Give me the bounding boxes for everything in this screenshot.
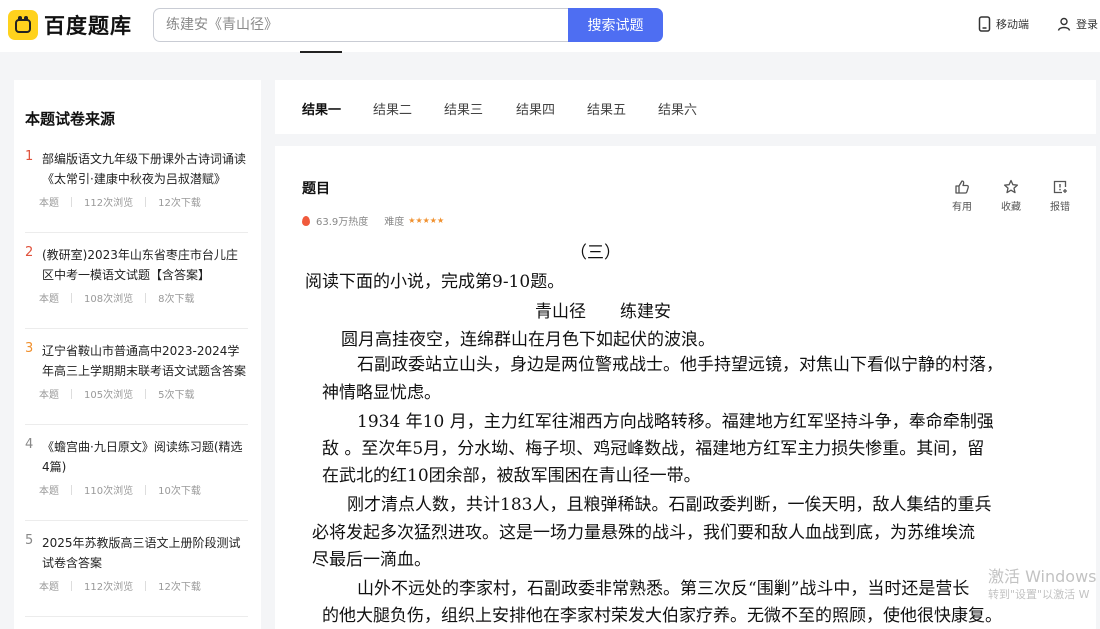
tab-result-5[interactable]: 结果五 [587, 99, 626, 118]
item-downloads: 12次下载 [158, 198, 201, 209]
item-title[interactable]: 2025年苏教版高三语文上册阶段测试试卷含答案 [42, 533, 247, 573]
item-title[interactable]: 《蟾宫曲·九日原文》阅读练习题(精选4篇) [42, 437, 247, 477]
list-item[interactable]: 1 部编版语文九年级下册课外古诗词诵读《太常引·建康中秋夜为吕叔潜赋》阅... … [25, 149, 248, 233]
instruction-line: 阅读下面的小说，完成第9-10题。 [305, 272, 565, 292]
top-header: 百度题库 搜索试题 移动端 登录 [0, 0, 1100, 52]
tab-result-6[interactable]: 结果六 [658, 99, 697, 118]
item-title[interactable]: 部编版语文九年级下册课外古诗词诵读《太常引·建康中秋夜为吕叔潜赋》阅... [42, 149, 247, 189]
search-button[interactable]: 搜索试题 [568, 8, 663, 42]
section-number: （三） [570, 243, 621, 263]
user-icon [1057, 17, 1071, 31]
text-line: 山外不远处的李家村，石副政委非常熟悉。第三次反“围剿”战斗中，当时还是营长 [357, 579, 970, 599]
item-tag: 本题 [39, 486, 59, 497]
login-label: 登录 [1076, 18, 1098, 31]
mobile-link[interactable]: 移动端 [978, 16, 1029, 32]
logo-icon [8, 10, 38, 40]
windows-activation-hint: 转到"设置"以激活 W [988, 588, 1090, 601]
list-item[interactable]: 4 《蟾宫曲·九日原文》阅读练习题(精选4篇) 本题 110次浏览 10次下载 [25, 437, 248, 521]
list-item[interactable]: 2 (教研室)2023年山东省枣庄市台儿庄区中考一模语文试题【含答案】 本题 1… [25, 245, 248, 329]
item-tag: 本题 [39, 198, 59, 209]
text-line: 敌 。至次年5月，分水坳、梅子坝、鸡冠峰数战，福建地方红军主力损失惨重。其间，留 [322, 439, 985, 459]
tab-result-4[interactable]: 结果四 [516, 99, 555, 118]
text-line: 在武北的红10团余部，被敌军围困在青山径一带。 [322, 466, 701, 486]
item-views: 105次浏览 [84, 390, 134, 401]
item-downloads: 12次下载 [158, 582, 201, 593]
list-item[interactable]: 5 2025年苏教版高三语文上册阶段测试试卷含答案 本题 112次浏览 12次下… [25, 533, 248, 617]
search-input[interactable] [153, 8, 568, 42]
search-bar: 搜索试题 [153, 8, 663, 42]
item-rank: 5 [25, 533, 34, 548]
item-views: 112次浏览 [84, 198, 134, 209]
question-content: （三） 阅读下面的小说，完成第9-10题。 青山径 练建安 圆月高挂夜空，连绵群… [275, 146, 1096, 629]
item-views: 110次浏览 [84, 486, 134, 497]
item-rank: 2 [25, 245, 34, 260]
text-line: 1934 年10 月，主力红军往湘西方向战略转移。福建地方红军坚持斗争，奉命牵制… [357, 412, 994, 432]
text-line: 刚才清点人数，共计183人，且粮弹稀缺。石副政委判断，一俟天明，敌人集结的重兵 [347, 495, 992, 515]
list-item[interactable]: 3 辽宁省鞍山市普通高中2023-2024学年高三上学期期末联考语文试题含答案 … [25, 341, 248, 425]
item-meta: 本题 112次浏览 12次下载 [39, 578, 201, 593]
item-downloads: 10次下载 [158, 486, 201, 497]
item-meta: 本题 108次浏览 8次下载 [39, 290, 194, 305]
text-line: 的他大腿负伤，组织上安排他在李家村荣发大伯家疗养。无微不至的照顾，使他很快康复。 [322, 606, 1002, 626]
mobile-label: 移动端 [996, 18, 1029, 31]
text-line: 必将发起多次猛烈进攻。这是一场力量悬殊的战斗，我们要和敌人血战到底，为苏维埃流 [312, 523, 975, 543]
question-panel: 题目 63.9万热度 难度 ★★★★★ 有用 收藏 报错 （三） 阅读下面的小说… [275, 146, 1096, 629]
tab-result-2[interactable]: 结果二 [373, 99, 412, 118]
text-line: 石副政委站立山头，身边是两位警戒战士。他手持望远镜，对焦山下看似宁静的村落， [357, 355, 1003, 375]
item-rank: 4 [25, 437, 34, 452]
tab-result-1[interactable]: 结果一 [302, 99, 341, 118]
item-title[interactable]: 辽宁省鞍山市普通高中2023-2024学年高三上学期期末联考语文试题含答案 [42, 341, 247, 381]
tab-result-3[interactable]: 结果三 [444, 99, 483, 118]
text-line: 神情略显忧虑。 [322, 383, 441, 403]
item-rank: 1 [25, 149, 34, 164]
story-title: 青山径 练建安 [535, 302, 671, 322]
item-downloads: 8次下载 [158, 294, 195, 305]
baidu-tiku-logo[interactable]: 百度题库 [8, 9, 132, 41]
exam-source-panel: 本题试卷来源 1 部编版语文九年级下册课外古诗词诵读《太常引·建康中秋夜为吕叔潜… [14, 80, 261, 629]
item-views: 108次浏览 [84, 294, 134, 305]
active-tab-indicator [300, 51, 342, 53]
windows-activation-watermark: 激活 Windows [988, 567, 1097, 586]
item-meta: 本题 112次浏览 12次下载 [39, 194, 201, 209]
logo-text: 百度题库 [44, 14, 132, 38]
item-rank: 3 [25, 341, 34, 356]
item-meta: 本题 105次浏览 5次下载 [39, 386, 194, 401]
exam-source-heading: 本题试卷来源 [25, 110, 116, 128]
mobile-icon [978, 16, 991, 32]
item-views: 112次浏览 [84, 582, 134, 593]
item-title[interactable]: (教研室)2023年山东省枣庄市台儿庄区中考一模语文试题【含答案】 [42, 245, 247, 285]
item-tag: 本题 [39, 294, 59, 305]
item-downloads: 5次下载 [158, 390, 195, 401]
text-line: 圆月高挂夜空，连绵群山在月色下如起伏的波浪。 [341, 330, 715, 350]
item-tag: 本题 [39, 390, 59, 401]
login-link[interactable]: 登录 [1057, 16, 1098, 32]
text-line: 尽最后一滴血。 [312, 550, 431, 570]
item-tag: 本题 [39, 582, 59, 593]
result-tabs: 结果一 结果二 结果三 结果四 结果五 结果六 [275, 80, 1096, 134]
item-meta: 本题 110次浏览 10次下载 [39, 482, 201, 497]
